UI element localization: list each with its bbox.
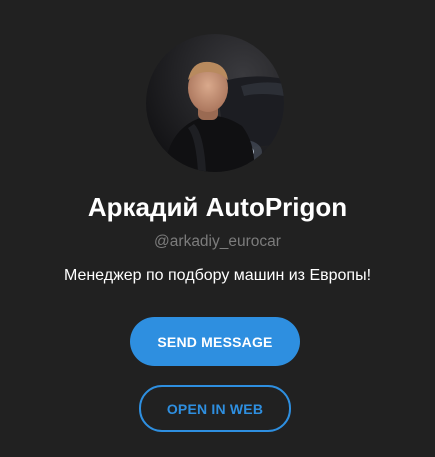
profile-username[interactable]: @arkadiy_eurocar — [0, 232, 435, 252]
profile-avatar — [146, 34, 284, 172]
open-in-web-button[interactable]: OPEN IN WEB — [139, 385, 291, 432]
profile-display-name: Аркадий AutoPrigon — [87, 192, 348, 222]
profile-card: Аркадий AutoPrigon @arkadiy_eurocar Мене… — [0, 0, 435, 457]
avatar-photo — [146, 34, 284, 172]
profile-bio: Менеджер по подбору машин из Европы! — [63, 267, 372, 284]
send-message-button[interactable]: SEND MESSAGE — [130, 317, 300, 366]
